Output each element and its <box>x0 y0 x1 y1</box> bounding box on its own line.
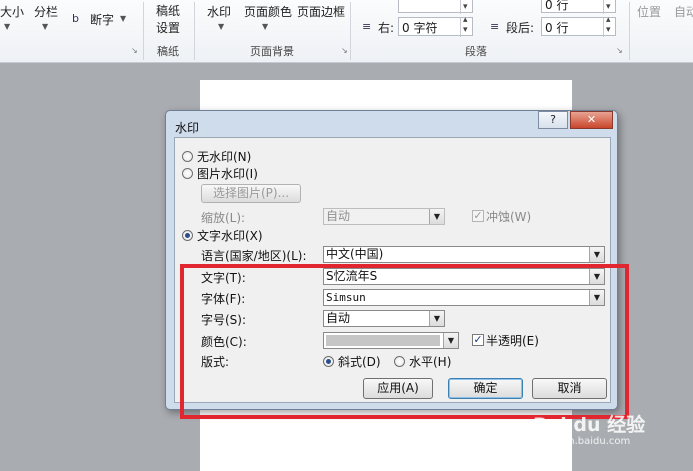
ribbon: 大小 ▼ 分栏 ▼ b 断字 ▼ ↘ 稿纸 设置 稿纸 水印 ▼ 页面颜色 ▼ … <box>0 0 693 63</box>
group-manuscript: 稿纸 <box>157 45 179 58</box>
scale-select[interactable]: 自动 ▼ <box>323 208 445 225</box>
size-button[interactable]: 大小 <box>0 3 24 20</box>
spacing-after-field[interactable]: 0 行 <box>541 15 616 37</box>
hyphenation-button[interactable]: 断字 <box>90 11 114 28</box>
group-paragraph: 段落 <box>465 45 487 58</box>
baidu-logo: Bai du 经验 <box>533 414 646 436</box>
right-indent-label: 右: <box>378 21 395 35</box>
spacing-before-field[interactable]: 0 行 <box>541 0 616 14</box>
language-label: 语言(国家/地区)(L): <box>201 249 307 263</box>
right-indent-value: 0 字符 <box>402 21 438 35</box>
help-button[interactable]: ? <box>538 111 568 129</box>
chevron-down-icon: ▼ <box>218 22 225 31</box>
manuscript-button-line1[interactable]: 稿纸 <box>156 2 180 19</box>
chevron-down-icon: ▼ <box>429 209 444 224</box>
ribbon-separator <box>629 2 630 60</box>
scale-value: 自动 <box>326 209 351 223</box>
language-select[interactable]: 中文(中国) ▼ <box>323 246 605 263</box>
chevron-down-icon: ▼ <box>589 247 604 262</box>
page-color-button[interactable]: 页面颜色 <box>244 3 292 20</box>
text-watermark-label: 文字水印(X) <box>197 229 263 243</box>
picture-watermark-label: 图片水印(I) <box>197 167 258 181</box>
spacing-after-icon: ≡ <box>490 20 500 33</box>
picture-watermark-radio[interactable] <box>182 168 193 179</box>
chevron-down-icon: ▼ <box>262 22 269 31</box>
columns-button[interactable]: 分栏 <box>34 3 58 20</box>
baidu-url: jingyan.baidu.com <box>538 436 631 447</box>
no-watermark-radio[interactable] <box>182 151 193 162</box>
page-border-button[interactable]: 页面边框 <box>297 3 345 20</box>
right-indent-field[interactable]: 0 字符 <box>398 15 473 37</box>
no-watermark-label: 无水印(N) <box>197 150 252 164</box>
washout-checkbox[interactable]: ✓ <box>472 210 484 222</box>
spacing-after-label: 段后: <box>506 21 535 35</box>
ribbon-separator <box>350 2 351 60</box>
manuscript-button-line2[interactable]: 设置 <box>156 19 180 36</box>
wrap-text-button[interactable]: 自动 <box>674 3 693 20</box>
dialog-title: 水印 <box>175 121 200 135</box>
position-button[interactable]: 位置 <box>637 3 661 20</box>
spacing-before-value: 0 行 <box>545 0 569 12</box>
spacing-after-value: 0 行 <box>545 21 569 35</box>
chevron-down-icon: ▼ <box>120 14 127 23</box>
ribbon-separator <box>194 2 195 60</box>
ribbon-separator <box>143 2 144 60</box>
text-watermark-radio[interactable] <box>182 230 193 241</box>
highlight-box <box>180 264 629 419</box>
dialog-launcher-icon[interactable]: ↘ <box>616 46 623 55</box>
dialog-launcher-icon[interactable]: ↘ <box>131 46 138 55</box>
dialog-launcher-icon[interactable]: ↘ <box>341 46 348 55</box>
chevron-down-icon: ▼ <box>42 22 49 31</box>
chevron-down-icon: ▼ <box>4 22 11 31</box>
group-page-background: 页面背景 <box>250 45 294 58</box>
washout-label: 冲蚀(W) <box>486 210 532 224</box>
language-value: 中文(中国) <box>326 247 384 261</box>
right-indent-icon: ≡ <box>362 20 372 33</box>
close-button[interactable]: ✕ <box>570 111 613 129</box>
hyphenation-icon: b <box>72 12 79 25</box>
scale-label: 缩放(L): <box>201 211 246 225</box>
select-picture-button[interactable]: 选择图片(P)... <box>201 184 301 203</box>
left-indent-field[interactable] <box>398 0 473 14</box>
watermark-button[interactable]: 水印 <box>207 3 231 20</box>
